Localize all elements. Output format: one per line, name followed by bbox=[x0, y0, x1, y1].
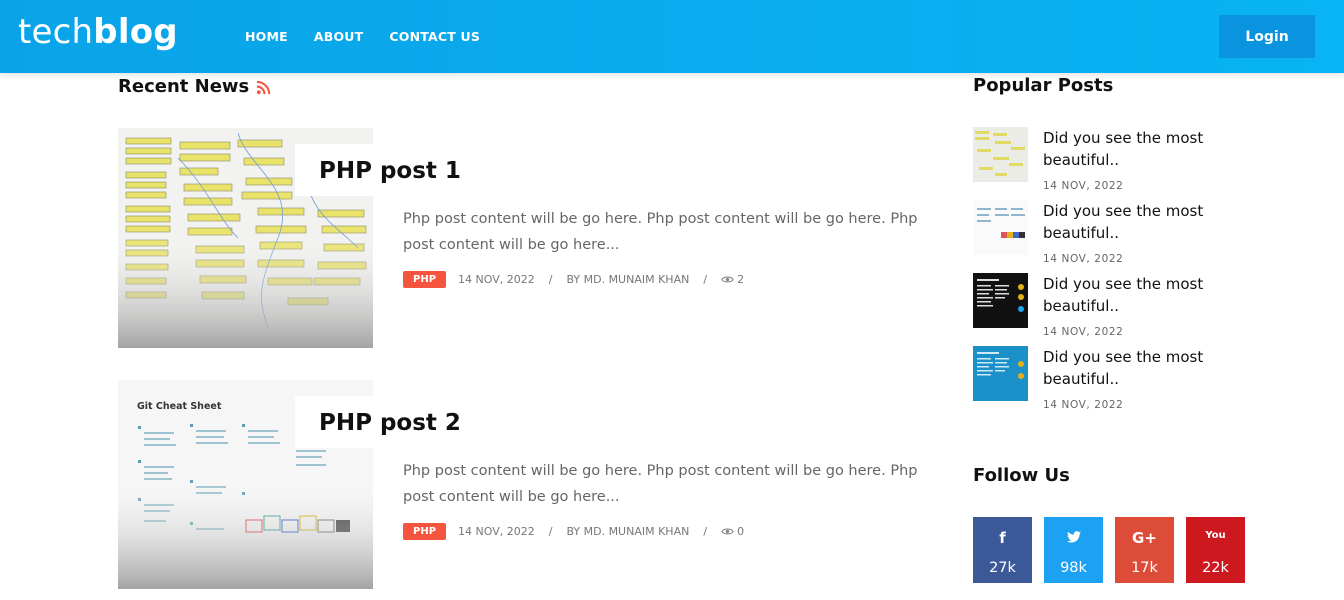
popular-post-title[interactable]: Did you see the most beautiful.. bbox=[1043, 200, 1223, 244]
post-excerpt: Php post content will be go here. Php po… bbox=[403, 211, 918, 253]
youtube-button[interactable]: You 22k bbox=[1186, 517, 1245, 583]
main-nav: HOME ABOUT CONTACT US bbox=[245, 29, 480, 44]
post-tag[interactable]: PHP bbox=[403, 523, 447, 540]
post-date: 14 NOV, 2022 bbox=[458, 273, 535, 286]
nav-about[interactable]: ABOUT bbox=[314, 29, 364, 44]
popular-post-date: 14 NOV, 2022 bbox=[1043, 399, 1124, 411]
youtube-icon: You bbox=[1186, 530, 1245, 541]
facebook-button[interactable]: f 27k bbox=[973, 517, 1032, 583]
popular-post-title[interactable]: Did you see the most beautiful.. bbox=[1043, 127, 1223, 171]
post-tag[interactable]: PHP bbox=[403, 271, 447, 288]
popular-posts-heading: Popular Posts bbox=[973, 75, 1114, 96]
post-card: PHP post 1 Php post content will be go h… bbox=[118, 128, 938, 348]
popular-post-date: 14 NOV, 2022 bbox=[1043, 253, 1124, 265]
follow-us-heading: Follow Us bbox=[973, 465, 1070, 486]
popular-post-thumbnail[interactable] bbox=[973, 127, 1028, 182]
facebook-icon: f bbox=[999, 529, 1006, 547]
youtube-count: 22k bbox=[1202, 560, 1229, 576]
post-date: 14 NOV, 2022 bbox=[458, 525, 535, 538]
popular-post-item[interactable]: Did you see the most beautiful.. 14 NOV,… bbox=[973, 127, 1243, 195]
popular-post-thumbnail[interactable] bbox=[973, 346, 1028, 401]
post-view-count: 0 bbox=[737, 525, 745, 538]
eye-icon bbox=[721, 276, 734, 283]
popular-post-item[interactable]: Did you see the most beautiful.. 14 NOV,… bbox=[973, 200, 1243, 268]
post-title-box: PHP post 1 bbox=[295, 144, 485, 196]
google-plus-icon: G+ bbox=[1132, 529, 1157, 547]
site-logo[interactable]: techblog bbox=[18, 12, 178, 52]
popular-post-title[interactable]: Did you see the most beautiful.. bbox=[1043, 273, 1223, 317]
post-title-box: PHP post 2 bbox=[295, 396, 485, 448]
post-title[interactable]: PHP post 1 bbox=[319, 158, 461, 184]
post-views: 2 bbox=[721, 273, 744, 286]
logo-light-text: tech bbox=[18, 12, 94, 52]
youtube-icon-text: You bbox=[1205, 530, 1226, 541]
popular-post-date: 14 NOV, 2022 bbox=[1043, 180, 1124, 192]
post-excerpt: Php post content will be go here. Php po… bbox=[403, 463, 918, 505]
nav-contact-us[interactable]: CONTACT US bbox=[389, 29, 480, 44]
meta-separator: / bbox=[548, 525, 553, 538]
rss-icon[interactable] bbox=[256, 80, 271, 95]
recent-news-heading: Recent News bbox=[118, 76, 250, 97]
eye-icon bbox=[721, 528, 734, 535]
meta-separator: / bbox=[548, 273, 553, 286]
popular-post-title[interactable]: Did you see the most beautiful.. bbox=[1043, 346, 1223, 390]
post-author[interactable]: BY MD. MUNAIM KHAN bbox=[566, 273, 689, 286]
meta-separator: / bbox=[703, 273, 708, 286]
popular-post-date: 14 NOV, 2022 bbox=[1043, 326, 1124, 338]
twitter-icon bbox=[1044, 529, 1103, 547]
facebook-count: 27k bbox=[989, 560, 1016, 576]
twitter-button[interactable]: 98k bbox=[1044, 517, 1103, 583]
popular-post-item[interactable]: Did you see the most beautiful.. 14 NOV,… bbox=[973, 346, 1243, 414]
post-view-count: 2 bbox=[737, 273, 745, 286]
nav-home[interactable]: HOME bbox=[245, 29, 288, 44]
thumbnail-caption: Git Cheat Sheet bbox=[137, 401, 222, 412]
site-header: techblog HOME ABOUT CONTACT US Login bbox=[0, 0, 1344, 73]
google-plus-count: 17k bbox=[1131, 560, 1158, 576]
post-title[interactable]: PHP post 2 bbox=[319, 410, 461, 436]
post-card: Git Cheat Sheet PHP post 2 Php post cont… bbox=[118, 380, 938, 600]
post-meta: PHP 14 NOV, 2022 / BY MD. MUNAIM KHAN / … bbox=[403, 523, 744, 540]
meta-separator: / bbox=[703, 525, 708, 538]
post-author[interactable]: BY MD. MUNAIM KHAN bbox=[566, 525, 689, 538]
login-button[interactable]: Login bbox=[1219, 15, 1315, 58]
logo-bold-text: blog bbox=[93, 12, 178, 52]
popular-post-item[interactable]: Did you see the most beautiful.. 14 NOV,… bbox=[973, 273, 1243, 341]
post-meta: PHP 14 NOV, 2022 / BY MD. MUNAIM KHAN / … bbox=[403, 271, 744, 288]
google-plus-button[interactable]: G+ 17k bbox=[1115, 517, 1174, 583]
popular-post-thumbnail[interactable] bbox=[973, 273, 1028, 328]
post-views: 0 bbox=[721, 525, 744, 538]
twitter-count: 98k bbox=[1060, 560, 1087, 576]
popular-post-thumbnail[interactable] bbox=[973, 200, 1028, 255]
